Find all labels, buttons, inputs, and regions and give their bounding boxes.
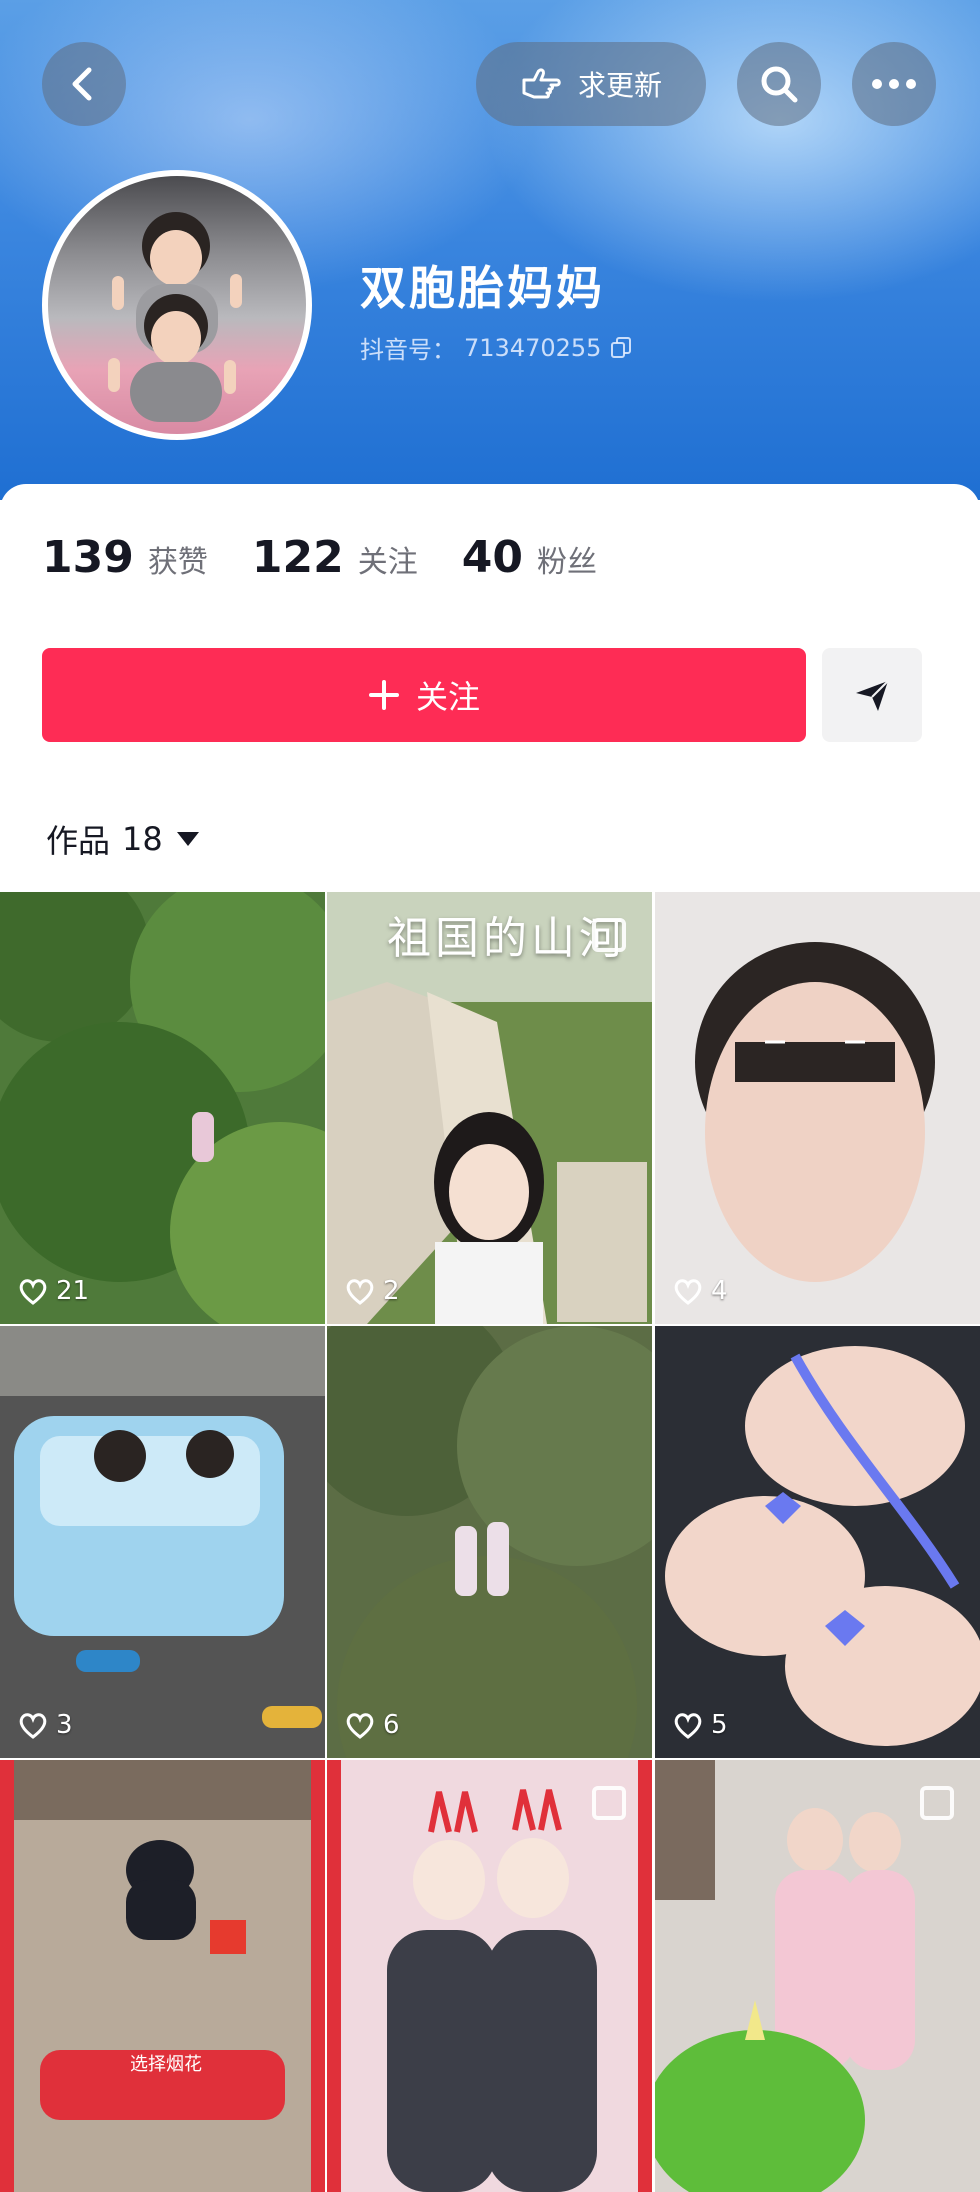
caret-down-icon [176, 832, 199, 846]
search-icon [761, 66, 798, 103]
video-thumbnail[interactable] [655, 1760, 980, 2192]
overlay-caption: 祖国的山河 [387, 913, 627, 964]
works-label: 作品 [46, 822, 111, 860]
multi-image-icon [920, 1786, 954, 1820]
avatar[interactable] [42, 170, 312, 440]
heart-icon [674, 1713, 702, 1739]
fireworks-banner: 选择烟花 [130, 2054, 202, 2075]
thumbnail-image [0, 1760, 325, 2192]
likes-count: 3 [56, 1710, 73, 1740]
chevron-left-icon [72, 67, 92, 101]
heart-icon [674, 1279, 702, 1305]
video-thumbnail[interactable]: 选择烟花 [0, 1760, 325, 2192]
likes-overlay: 2 [345, 1276, 400, 1306]
video-thumbnail[interactable]: 5 [655, 1326, 980, 1758]
likes-overlay: 21 [18, 1276, 89, 1306]
likes-count: 4 [711, 1276, 728, 1306]
heart-icon [19, 1713, 47, 1739]
likes-count: 139 [42, 532, 134, 583]
likes-count: 6 [383, 1710, 400, 1740]
heart-icon [19, 1279, 47, 1305]
followers-count[interactable]: 40 [462, 532, 523, 583]
request-update-button[interactable]: 求更新 [476, 42, 706, 126]
multi-image-icon [592, 1786, 626, 1820]
likes-count: 5 [711, 1710, 728, 1740]
follow-button[interactable]: 关注 [42, 648, 806, 742]
video-thumbnail[interactable]: 21 [0, 892, 325, 1324]
thumbnail-image [0, 892, 325, 1324]
thumbnail-image [655, 1326, 980, 1758]
multi-image-icon [592, 918, 626, 952]
following-count[interactable]: 122 [252, 532, 344, 583]
works-tab[interactable]: 作品 18 [46, 816, 201, 862]
handle-label: 抖音号： [360, 336, 456, 364]
thumbnail-image [0, 1326, 325, 1758]
handle-value: 713470255 [464, 333, 602, 362]
likes-overlay: 6 [345, 1710, 400, 1740]
video-thumbnail[interactable]: 祖国的山河 2 [327, 892, 652, 1324]
thumbnail-image [655, 892, 980, 1324]
likes-label: 获赞 [147, 545, 208, 580]
plus-icon [368, 680, 399, 710]
heart-icon [346, 1279, 374, 1305]
likes-overlay: 4 [673, 1276, 728, 1306]
stats-row: 139 获赞 122 关注 40 粉丝 [42, 532, 641, 583]
request-update-label: 求更新 [577, 69, 662, 102]
heart-icon [346, 1713, 374, 1739]
likes-overlay: 5 [673, 1710, 728, 1740]
profile-header: 求更新 双胞胎妈妈 抖音号： 713470255 [0, 0, 980, 500]
likes-count: 2 [383, 1276, 400, 1306]
message-button[interactable] [822, 648, 922, 742]
thumbnail-image [327, 1760, 652, 2192]
profile-name: 双胞胎妈妈 [360, 261, 605, 315]
video-thumbnail[interactable]: 6 [327, 1326, 652, 1758]
thumbnail-image [655, 1760, 980, 2192]
more-button[interactable] [852, 42, 936, 126]
following-label[interactable]: 关注 [358, 537, 418, 581]
follow-label: 关注 [415, 678, 480, 716]
more-icon [872, 79, 916, 89]
profile-card: 139 获赞 122 关注 40 粉丝 关注 作品 18 21 祖国的山河 2 … [0, 484, 980, 2192]
video-thumbnail[interactable] [327, 1760, 652, 2192]
send-icon [856, 680, 889, 711]
video-thumbnail[interactable]: 4 [655, 892, 980, 1324]
copy-icon[interactable] [609, 336, 633, 360]
back-button[interactable] [42, 42, 126, 126]
avatar-photo [108, 212, 242, 422]
works-count: 18 [122, 820, 163, 858]
likes-overlay: 3 [18, 1710, 73, 1740]
search-button[interactable] [737, 42, 821, 126]
profile-handle: 抖音号： 713470255 [360, 330, 633, 365]
followers-label[interactable]: 粉丝 [537, 537, 597, 581]
pointing-hand-icon [522, 68, 561, 99]
thumbnail-image [327, 1326, 652, 1758]
video-thumbnail[interactable]: 3 [0, 1326, 325, 1758]
likes-count: 21 [56, 1276, 90, 1306]
